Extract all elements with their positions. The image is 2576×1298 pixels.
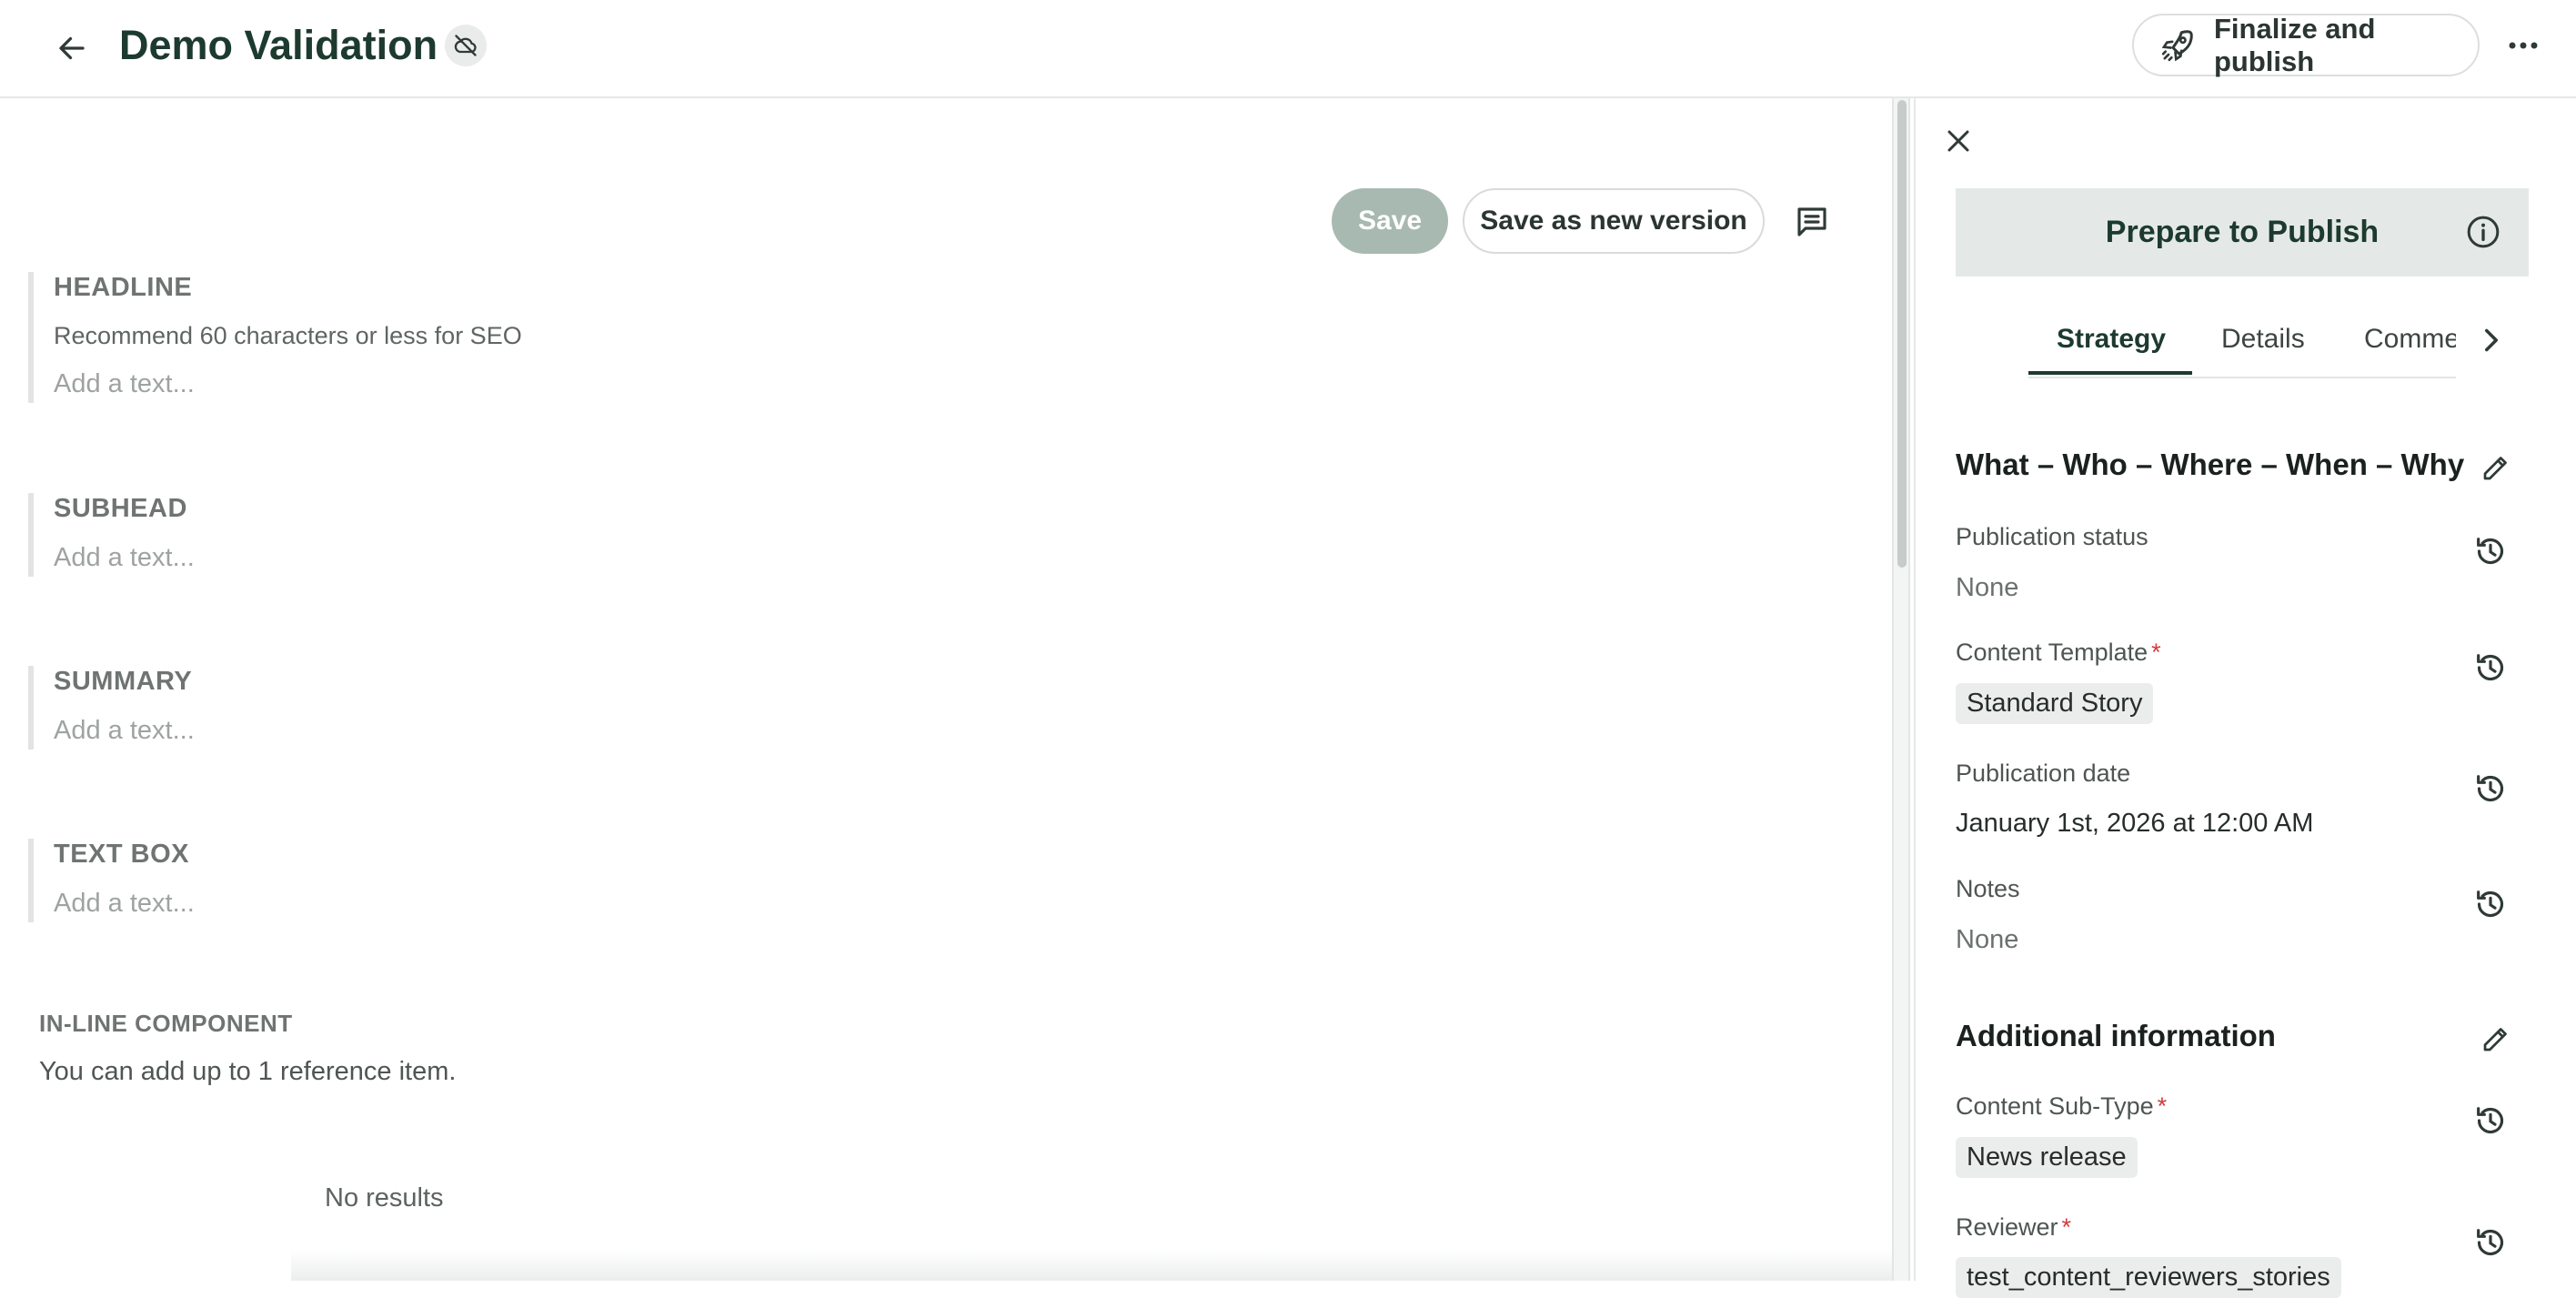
headline-field[interactable]: HEADLINE Recommend 60 characters or less… <box>28 272 522 403</box>
editor-scrollbar[interactable] <box>1892 98 1910 1281</box>
content-template-label: Content Template * <box>1956 639 2161 666</box>
reviewer-label: Reviewer * <box>1956 1213 2072 1241</box>
inline-component-description: You can add up to 1 reference item. <box>39 1057 457 1086</box>
publication-date-label: Publication date <box>1956 760 2131 787</box>
prepare-to-publish-header: Prepare to Publish <box>1956 188 2529 277</box>
section-what-who-title: What – Who – Where – When – Why <box>1956 448 2465 481</box>
finalize-publish-label: Finalize and publish <box>2214 12 2376 77</box>
top-bar: Demo Validation Finalize and publish <box>0 0 2576 98</box>
rocket-icon <box>2159 27 2196 64</box>
summary-label: SUMMARY <box>54 667 193 696</box>
subhead-field[interactable]: SUBHEAD Add a text... <box>28 493 195 577</box>
history-icon[interactable] <box>2470 1101 2511 1141</box>
active-tab-indicator <box>2028 371 2192 375</box>
publication-date-value[interactable]: January 1st, 2026 at 12:00 AM <box>1956 809 2313 839</box>
save-button[interactable]: Save <box>1332 188 1448 254</box>
history-icon[interactable] <box>2470 769 2511 809</box>
info-icon[interactable] <box>2465 214 2501 250</box>
editor-area: Save Save as new version HEADLINE Recomm… <box>0 98 1892 1281</box>
history-icon[interactable] <box>2470 1223 2511 1263</box>
subhead-input[interactable]: Add a text... <box>54 542 195 573</box>
required-marker: * <box>2151 639 2161 666</box>
back-arrow-icon[interactable] <box>49 25 95 71</box>
publication-status-label: Publication status <box>1956 523 2148 550</box>
edit-pencil-icon[interactable] <box>2478 449 2514 486</box>
notes-label: Notes <box>1956 875 2020 902</box>
no-results-text: No results <box>325 1183 444 1212</box>
history-icon[interactable] <box>2470 531 2511 571</box>
required-marker: * <box>2157 1092 2168 1120</box>
comment-icon[interactable] <box>1790 200 1834 244</box>
additional-information-title: Additional information <box>1956 1019 2276 1052</box>
finalize-publish-button[interactable]: Finalize and publish <box>2132 12 2480 77</box>
text-box-label: TEXT BOX <box>54 840 190 869</box>
content-sub-type-label: Content Sub-Type * <box>1956 1092 2168 1120</box>
panel-tabs: Strategy Details Comments <box>2028 313 2456 378</box>
close-icon[interactable] <box>1941 124 1976 158</box>
scrollbar-thumb[interactable] <box>1897 100 1907 568</box>
edit-pencil-icon[interactable] <box>2478 1021 2514 1057</box>
content-template-chip[interactable]: Standard Story <box>1956 683 2154 724</box>
document-title: Demo Validation <box>119 22 438 68</box>
history-icon[interactable] <box>2470 884 2511 924</box>
history-icon[interactable] <box>2470 648 2511 688</box>
summary-input[interactable]: Add a text... <box>54 715 195 746</box>
notes-value: None <box>1956 925 2019 954</box>
save-as-new-version-button[interactable]: Save as new version <box>1463 188 1765 254</box>
chevron-right-icon[interactable] <box>2476 322 2507 358</box>
more-options-icon[interactable] <box>2500 25 2547 65</box>
text-box-input[interactable]: Add a text... <box>54 888 195 919</box>
headline-input[interactable]: Add a text... <box>54 368 522 399</box>
tab-details[interactable]: Details <box>2221 324 2305 355</box>
footer-shadow <box>291 1250 1892 1281</box>
content-sub-type-chip[interactable]: News release <box>1956 1137 2138 1178</box>
cloud-off-icon <box>445 25 487 66</box>
required-marker: * <box>2061 1213 2072 1241</box>
summary-field[interactable]: SUMMARY Add a text... <box>28 666 195 750</box>
tab-strategy[interactable]: Strategy <box>2057 324 2166 355</box>
publication-status-value: None <box>1956 573 2019 602</box>
text-box-field[interactable]: TEXT BOX Add a text... <box>28 839 195 922</box>
headline-hint: Recommend 60 characters or less for SEO <box>54 322 522 349</box>
subhead-label: SUBHEAD <box>54 494 187 523</box>
headline-label: HEADLINE <box>54 273 193 302</box>
inline-component-label: IN-LINE COMPONENT <box>39 1010 293 1037</box>
reviewer-chip[interactable]: test_content_reviewers_stories <box>1956 1257 2341 1298</box>
panel-title: Prepare to Publish <box>2105 215 2380 249</box>
tab-comments[interactable]: Comments <box>2364 324 2456 355</box>
